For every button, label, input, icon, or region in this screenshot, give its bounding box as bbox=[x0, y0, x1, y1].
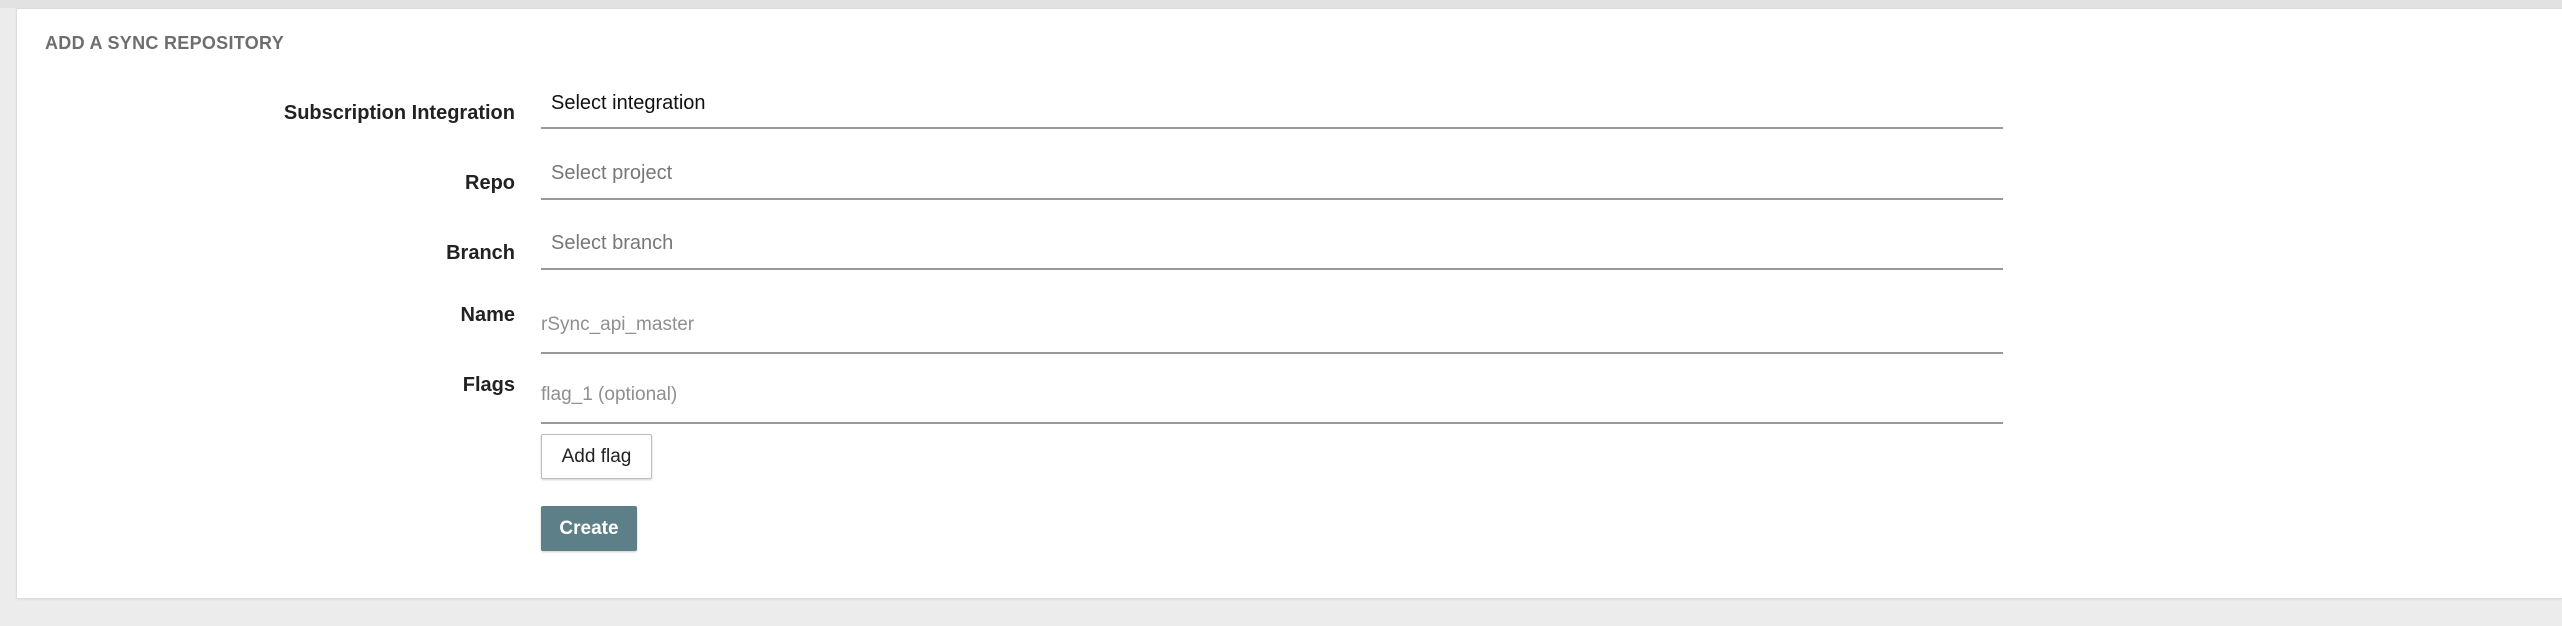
subscription-integration-value: Select integration bbox=[551, 92, 706, 114]
flags-label: Flags bbox=[462, 374, 515, 396]
repo-label: Repo bbox=[465, 172, 515, 194]
subscription-integration-label: Subscription Integration bbox=[283, 102, 515, 124]
name-input[interactable] bbox=[541, 313, 2003, 337]
panel-title: ADD A SYNC REPOSITORY bbox=[45, 33, 284, 53]
sync-repository-panel: ADD A SYNC REPOSITORY Subscription Integ… bbox=[16, 8, 2562, 599]
subscription-integration-select[interactable]: Select integration bbox=[541, 89, 2003, 129]
branch-value: Select branch bbox=[551, 232, 674, 254]
flags-field bbox=[541, 371, 2003, 424]
branch-select[interactable]: Select branch bbox=[541, 229, 2003, 270]
create-button[interactable]: Create bbox=[541, 506, 637, 551]
branch-label: Branch bbox=[446, 242, 515, 264]
flags-input[interactable] bbox=[541, 383, 2003, 407]
name-label: Name bbox=[460, 304, 515, 326]
repo-select[interactable]: Select project bbox=[541, 159, 2003, 200]
name-field bbox=[541, 301, 2003, 354]
add-flag-button[interactable]: Add flag bbox=[541, 434, 652, 479]
page-top-edge bbox=[0, 0, 2562, 8]
repo-value: Select project bbox=[551, 162, 673, 184]
